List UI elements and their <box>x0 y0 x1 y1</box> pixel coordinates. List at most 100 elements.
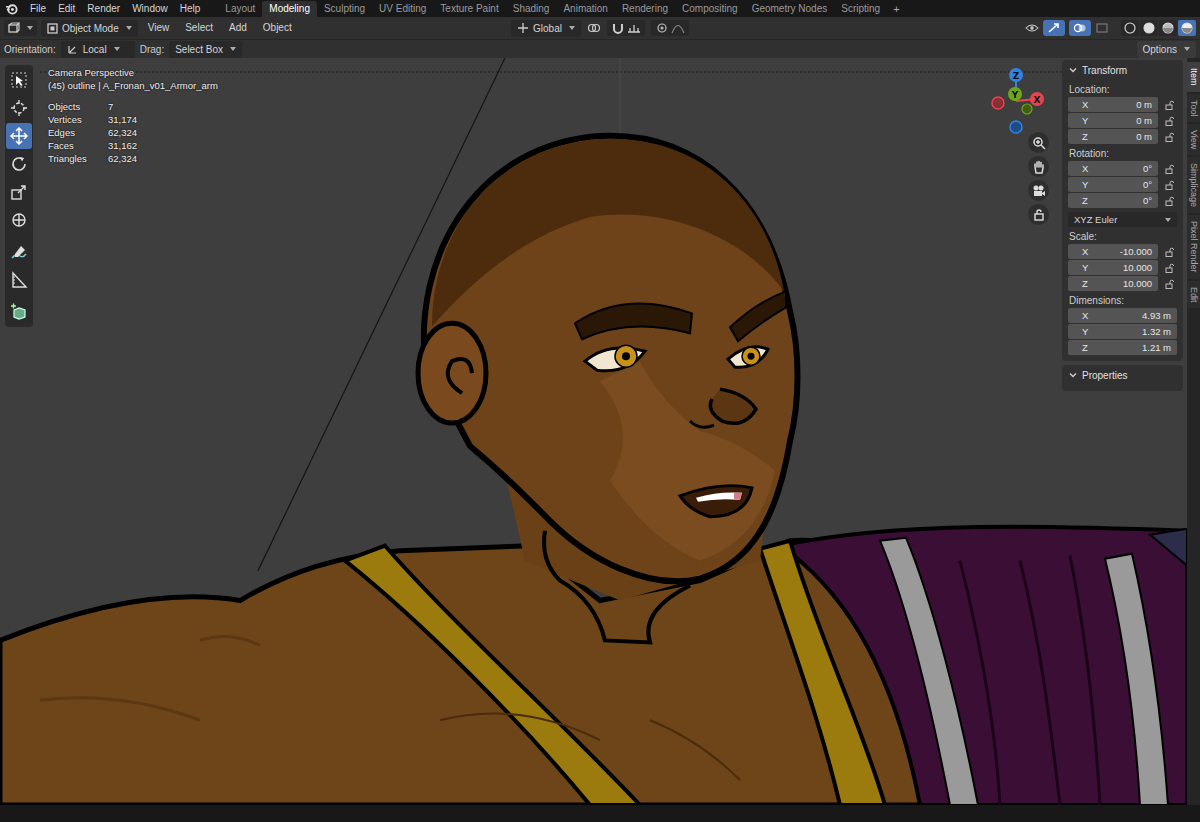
header-menu[interactable]: Object <box>257 20 298 36</box>
proportional-edit-icon[interactable] <box>655 22 669 34</box>
workspace-tab[interactable]: Animation <box>556 1 614 17</box>
number-field[interactable]: Y1.32 m <box>1068 324 1177 339</box>
blender-logo-icon[interactable] <box>5 2 18 15</box>
add-workspace-button[interactable]: + <box>887 2 905 17</box>
scene-stats: Objects7Vertices31,174Edges62,324Faces31… <box>48 100 218 165</box>
rotation-mode-dropdown[interactable]: XYZ Euler <box>1068 212 1177 227</box>
snap-magnet-icon[interactable] <box>611 22 625 34</box>
unlocked-icon[interactable] <box>1165 132 1175 142</box>
unlocked-icon[interactable] <box>1165 196 1175 206</box>
unlocked-icon[interactable] <box>1165 180 1175 190</box>
pivot-icon[interactable] <box>587 22 601 34</box>
property-group: Scale:X-10.000Y10.000Z10.000 <box>1068 230 1177 291</box>
number-field[interactable]: Z10.000 <box>1068 276 1158 291</box>
number-field[interactable]: Z0 m <box>1068 129 1158 144</box>
tool-button[interactable] <box>6 123 32 149</box>
options-dropdown[interactable]: Options <box>1137 41 1196 58</box>
pan-button[interactable] <box>1028 156 1049 177</box>
workspace-tab[interactable]: Layout <box>218 1 262 17</box>
unlocked-icon[interactable] <box>1165 247 1175 257</box>
field-row: X4.93 m <box>1068 308 1177 323</box>
sidebar-tab[interactable]: View <box>1187 124 1200 155</box>
unlocked-icon[interactable] <box>1165 164 1175 174</box>
snap-increment-icon[interactable] <box>627 22 641 34</box>
overlay-toggle[interactable] <box>1069 20 1091 36</box>
gizmo-axis[interactable]: Y <box>1008 87 1022 101</box>
negative-z-icon[interactable] <box>1010 121 1022 133</box>
menu-item[interactable]: Edit <box>52 1 81 16</box>
workspace-tab[interactable]: Texture Paint <box>433 1 505 17</box>
menu-item[interactable]: Render <box>81 1 126 16</box>
unlocked-icon[interactable] <box>1165 100 1175 110</box>
sidebar-tab[interactable]: Item <box>1187 62 1200 92</box>
shading-mode-button[interactable] <box>1140 20 1158 36</box>
snapping-group <box>607 20 645 36</box>
number-field[interactable]: X0 m <box>1068 97 1158 112</box>
number-field[interactable]: X4.93 m <box>1068 308 1177 323</box>
field-row: Y1.32 m <box>1068 324 1177 339</box>
camera-view-button[interactable] <box>1028 180 1049 201</box>
transform-orientation-dropdown[interactable]: Global <box>511 20 581 37</box>
menu-item[interactable]: Help <box>174 1 207 16</box>
negative-x-icon[interactable] <box>992 97 1004 109</box>
menu-item[interactable]: Window <box>126 1 174 16</box>
falloff-icon[interactable] <box>671 22 685 34</box>
navigation-gizmo[interactable]: ZYX <box>985 63 1050 138</box>
shading-mode-button[interactable] <box>1121 20 1139 36</box>
sidebar-tab[interactable]: Edit <box>1187 281 1200 309</box>
xray-icon[interactable] <box>1095 22 1109 34</box>
tool-button[interactable] <box>6 207 32 233</box>
tool-button[interactable] <box>6 67 32 93</box>
tool-button[interactable] <box>6 151 32 177</box>
sidebar-tab[interactable]: Tool <box>1187 94 1200 123</box>
workspace-tab[interactable]: Geometry Nodes <box>745 1 835 17</box>
visibility-eye-icon[interactable] <box>1025 22 1039 34</box>
workspace-tab[interactable]: Compositing <box>675 1 745 17</box>
sidebar-tab[interactable]: Simplicage <box>1187 157 1200 213</box>
negative-y-icon[interactable] <box>1022 104 1032 114</box>
unlocked-icon[interactable] <box>1165 116 1175 126</box>
field-row: Y0 m <box>1068 113 1177 128</box>
mode-dropdown[interactable]: Object Mode <box>41 20 138 37</box>
unlocked-icon[interactable] <box>1165 279 1175 289</box>
tool-button[interactable] <box>6 299 32 325</box>
workspace-tab[interactable]: Modeling <box>262 1 317 17</box>
tool-button[interactable] <box>6 95 32 121</box>
number-field[interactable]: X-10.000 <box>1068 244 1158 259</box>
tool-button[interactable] <box>6 239 32 265</box>
gizmo-toggle[interactable] <box>1043 20 1065 36</box>
lock-camera-button[interactable] <box>1028 204 1049 225</box>
tool-button[interactable] <box>6 267 32 293</box>
panel-header[interactable]: Properties <box>1068 365 1177 385</box>
overlay-circles-icon <box>1073 22 1087 34</box>
shading-mode-button[interactable] <box>1178 20 1196 36</box>
number-field[interactable]: X0° <box>1068 161 1158 176</box>
gizmo-axis[interactable]: X <box>1030 92 1044 106</box>
drag-dropdown[interactable]: Select Box <box>169 41 242 58</box>
gizmo-axis[interactable]: Z <box>1009 68 1023 82</box>
orientation-dropdown[interactable]: Local <box>61 41 135 58</box>
number-field[interactable]: Z0° <box>1068 193 1158 208</box>
number-field[interactable]: Y0° <box>1068 177 1158 192</box>
workspace-tab[interactable]: UV Editing <box>372 1 433 17</box>
number-field[interactable]: Z1.21 m <box>1068 340 1177 355</box>
workspace-tab[interactable]: Rendering <box>615 1 675 17</box>
number-field[interactable]: Y10.000 <box>1068 260 1158 275</box>
editor-type-dropdown[interactable] <box>4 20 37 36</box>
3d-viewport[interactable]: Camera Perspective(45) outline | A_Frona… <box>0 58 1187 805</box>
header-menu[interactable]: View <box>142 20 176 36</box>
zoom-button[interactable] <box>1028 132 1049 153</box>
panel-header[interactable]: Transform <box>1068 60 1177 80</box>
workspace-tab[interactable]: Scripting <box>834 1 887 17</box>
workspace-tab[interactable]: Shading <box>506 1 557 17</box>
sidebar-tab[interactable]: Pixel Render <box>1187 215 1200 279</box>
tool-button[interactable] <box>6 179 32 205</box>
shading-mode-button[interactable] <box>1159 20 1177 36</box>
menu-item[interactable]: File <box>24 1 52 16</box>
header-menu[interactable]: Add <box>223 20 253 36</box>
blender-window: FileEditRenderWindowHelpLayoutModelingSc… <box>0 0 1200 822</box>
number-field[interactable]: Y0 m <box>1068 113 1158 128</box>
unlocked-icon[interactable] <box>1165 263 1175 273</box>
workspace-tab[interactable]: Sculpting <box>317 1 372 17</box>
header-menu[interactable]: Select <box>179 20 219 36</box>
